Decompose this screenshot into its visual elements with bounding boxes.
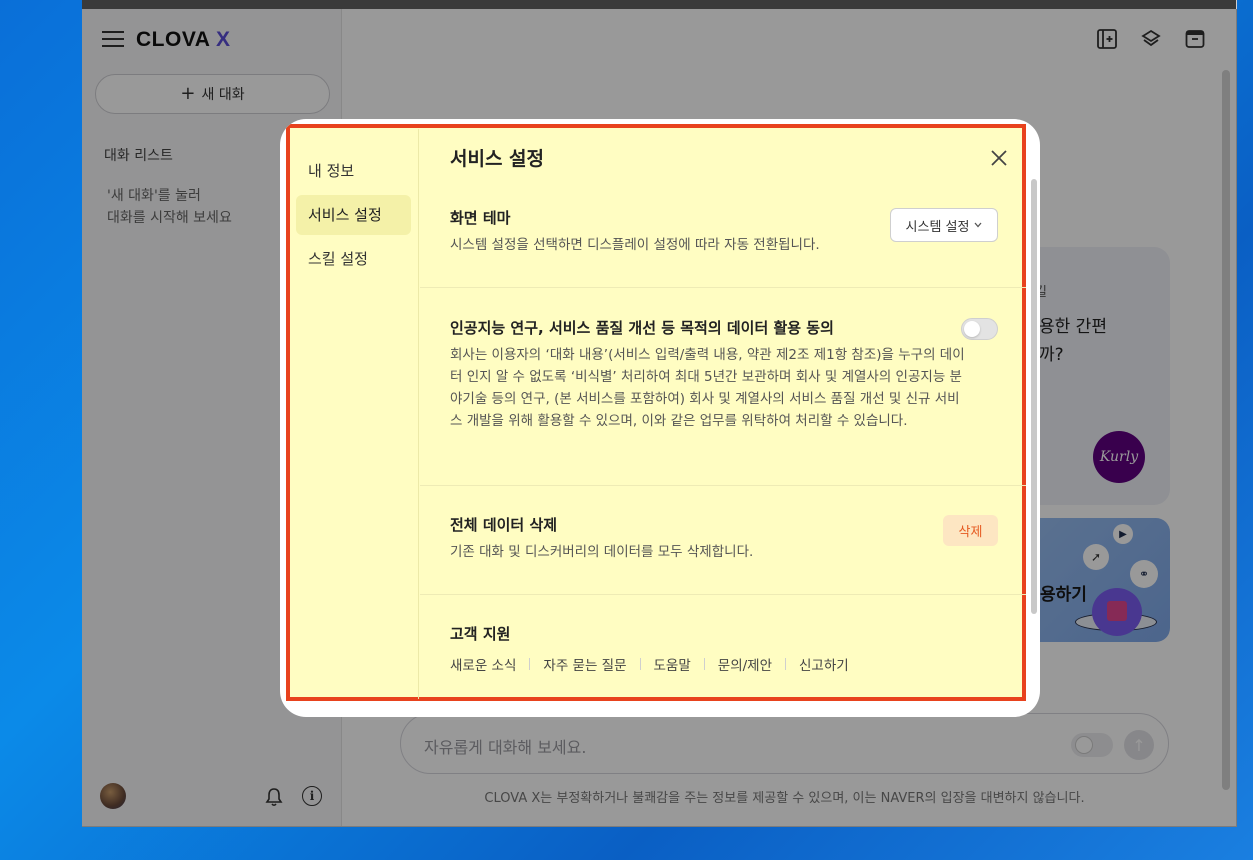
consent-section: 인공지능 연구, 서비스 품질 개선 등 목적의 데이터 활용 동의 회사는 이… bbox=[450, 317, 970, 432]
link-news[interactable]: 새로운 소식 bbox=[450, 654, 516, 674]
link-inquiry[interactable]: 문의/제안 bbox=[718, 654, 772, 674]
consent-title: 인공지능 연구, 서비스 품질 개선 등 목적의 데이터 활용 동의 bbox=[450, 319, 834, 337]
consent-toggle[interactable] bbox=[961, 318, 998, 340]
delete-section: 전체 데이터 삭제 기존 대화 및 디스커버리의 데이터를 모두 삭제합니다. bbox=[450, 514, 1000, 563]
support-links: 새로운 소식 자주 묻는 질문 도움말 문의/제안 신고하기 bbox=[450, 654, 1000, 674]
modal-title: 서비스 설정 bbox=[450, 148, 545, 170]
link-help[interactable]: 도움말 bbox=[654, 654, 691, 674]
separator bbox=[529, 658, 531, 670]
delete-desc: 기존 대화 및 디스커버리의 데이터를 모두 삭제합니다. bbox=[450, 544, 754, 560]
divider bbox=[420, 485, 1026, 486]
close-icon[interactable] bbox=[990, 149, 1008, 167]
delete-button[interactable]: 삭제 bbox=[943, 515, 998, 546]
support-section: 고객 지원 새로운 소식 자주 묻는 질문 도움말 문의/제안 신고하기 bbox=[450, 623, 1000, 674]
chevron-down-icon bbox=[974, 222, 982, 228]
settings-nav: 내 정보 서비스 설정 스킬 설정 bbox=[292, 129, 419, 699]
modal-scrollbar[interactable] bbox=[1031, 179, 1037, 614]
link-faq[interactable]: 자주 묻는 질문 bbox=[543, 654, 626, 674]
separator bbox=[703, 658, 705, 670]
nav-my-info[interactable]: 내 정보 bbox=[296, 151, 411, 191]
separator bbox=[785, 658, 787, 670]
separator bbox=[639, 658, 641, 670]
nav-skill-settings[interactable]: 스킬 설정 bbox=[296, 239, 411, 279]
settings-modal: 내 정보 서비스 설정 스킬 설정 서비스 설정 화면 테마 시스템 설정을 선… bbox=[280, 119, 1040, 717]
link-report[interactable]: 신고하기 bbox=[799, 654, 849, 674]
divider bbox=[420, 594, 1026, 595]
nav-service-settings[interactable]: 서비스 설정 bbox=[296, 195, 411, 235]
divider bbox=[420, 287, 1026, 288]
theme-select-value: 시스템 설정 bbox=[905, 219, 970, 235]
delete-title: 전체 데이터 삭제 bbox=[450, 516, 558, 534]
support-title: 고객 지원 bbox=[450, 625, 511, 643]
modal-overlay: 내 정보 서비스 설정 스킬 설정 서비스 설정 화면 테마 시스템 설정을 선… bbox=[0, 0, 1253, 860]
theme-select[interactable]: 시스템 설정 bbox=[890, 208, 998, 242]
consent-desc: 회사는 이용자의 ‘대화 내용’(서비스 입력/출력 내용, 약관 제2조 제1… bbox=[450, 347, 965, 429]
